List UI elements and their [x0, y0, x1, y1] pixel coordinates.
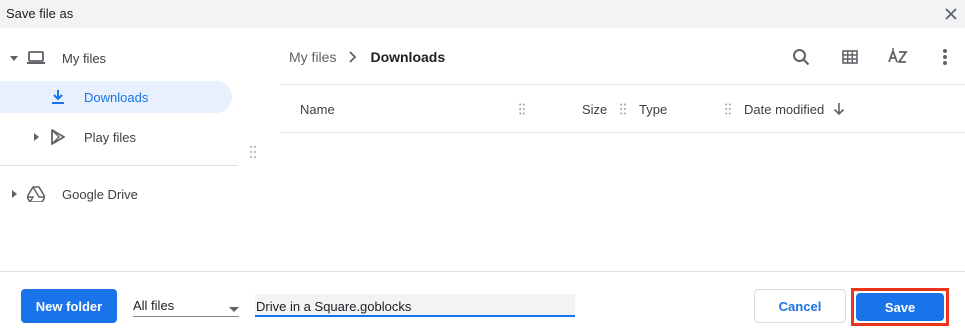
arrow-down-icon[interactable]	[833, 102, 845, 116]
column-header-date-modified[interactable]: Date modified	[744, 102, 824, 117]
grid-view-icon[interactable]	[838, 45, 862, 69]
breadcrumb-current[interactable]: Downloads	[370, 49, 445, 65]
caret-down-icon[interactable]	[9, 53, 19, 63]
dropdown-arrow-icon	[229, 301, 239, 312]
sidebar-item-label: Google Drive	[62, 187, 138, 202]
column-header-name[interactable]: Name	[300, 102, 335, 117]
caret-right-icon[interactable]	[31, 132, 41, 142]
panel-resize-handle[interactable]	[249, 144, 257, 160]
dialog-footer: New folder All files Cancel Save	[0, 271, 965, 331]
filename-input[interactable]	[255, 294, 575, 317]
dialog-title: Save file as	[6, 6, 74, 21]
sidebar-item-my-files[interactable]: My files	[0, 42, 238, 74]
column-header-type[interactable]: Type	[639, 102, 667, 117]
sidebar-item-downloads[interactable]: Downloads	[0, 81, 232, 113]
sort-az-icon[interactable]	[886, 45, 910, 69]
laptop-icon	[27, 49, 45, 67]
download-icon	[49, 88, 67, 106]
cancel-button[interactable]: Cancel	[754, 289, 846, 323]
file-type-value: All files	[133, 298, 175, 313]
sidebar-item-label: Downloads	[84, 90, 149, 105]
breadcrumb: My files Downloads	[289, 49, 445, 65]
column-header-size[interactable]: Size	[582, 102, 607, 117]
caret-right-icon[interactable]	[9, 189, 19, 199]
search-icon[interactable]	[789, 45, 813, 69]
new-folder-button[interactable]: New folder	[21, 289, 117, 323]
file-type-select[interactable]: All files	[133, 294, 239, 317]
sidebar-item-label: Play files	[84, 130, 137, 145]
file-list-pane: My files Downloads Name Size Type Date m…	[280, 28, 965, 271]
sidebar: My files Downloads Play files Google Dri…	[0, 28, 248, 271]
dialog-titlebar: Save file as	[0, 0, 965, 28]
more-vert-icon[interactable]	[933, 45, 957, 69]
sidebar-item-play-files[interactable]: Play files	[0, 121, 238, 153]
chevron-right-icon	[342, 51, 364, 63]
column-resize-grip[interactable]	[725, 103, 731, 115]
save-button-highlight: Save	[851, 288, 949, 326]
sidebar-divider	[0, 165, 238, 166]
file-table-header: Name Size Type Date modified	[280, 84, 965, 133]
google-drive-icon	[27, 185, 45, 203]
sidebar-item-label: My files	[62, 51, 107, 66]
save-button[interactable]: Save	[856, 293, 944, 321]
column-resize-grip[interactable]	[519, 103, 525, 115]
breadcrumb-root[interactable]: My files	[289, 49, 336, 65]
close-icon[interactable]	[941, 4, 961, 24]
sidebar-item-google-drive[interactable]: Google Drive	[0, 178, 238, 210]
play-store-icon	[49, 128, 67, 146]
column-resize-grip[interactable]	[620, 103, 626, 115]
